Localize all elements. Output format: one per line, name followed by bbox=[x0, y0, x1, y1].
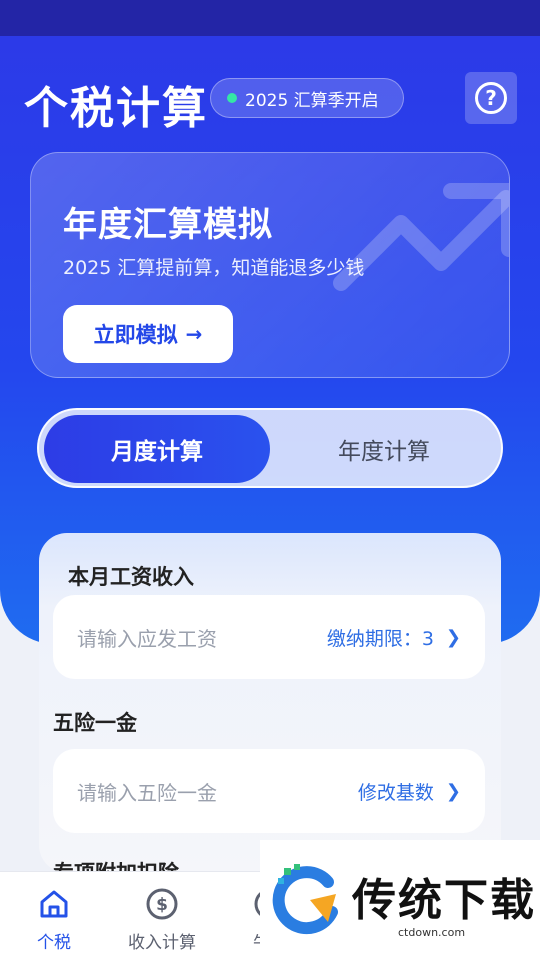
simulate-button[interactable]: 立即模拟 → bbox=[63, 305, 233, 363]
edit-base-label: 修改基数 bbox=[357, 781, 434, 804]
tab-monthly[interactable]: 月度计算 bbox=[44, 415, 270, 483]
salary-input[interactable]: 请输入应发工资 缴纳期限：3 ❯ bbox=[53, 595, 485, 679]
tab-income[interactable]: $ 收入计算 bbox=[108, 872, 216, 960]
question-circle-icon: ? bbox=[475, 82, 507, 114]
status-bar bbox=[0, 0, 540, 36]
tab-tax-label: 个税 bbox=[37, 933, 71, 953]
salary-placeholder: 请输入应发工资 bbox=[77, 626, 217, 651]
arrow-right-icon: → bbox=[185, 322, 203, 346]
payment-period-label: 缴纳期限：3 bbox=[326, 627, 434, 650]
insurance-section-label: 五险一金 bbox=[53, 711, 137, 735]
promo-card: 年度汇算模拟 2025 汇算提前算，知道能退多少钱 立即模拟 → bbox=[30, 152, 510, 378]
svg-text:$: $ bbox=[156, 895, 168, 915]
chevron-right-icon: ❯ bbox=[445, 780, 461, 802]
edit-base-link[interactable]: 修改基数 ❯ bbox=[358, 778, 461, 805]
promo-subtitle: 2025 汇算提前算，知道能退多少钱 bbox=[63, 257, 365, 279]
home-icon bbox=[37, 886, 71, 922]
help-button[interactable]: ? bbox=[465, 72, 517, 124]
page-title: 个税计算 bbox=[24, 83, 208, 134]
insurance-placeholder: 请输入五险一金 bbox=[77, 780, 217, 805]
trend-up-arrow-icon bbox=[333, 183, 509, 291]
calc-mode-segment: 月度计算 年度计算 bbox=[37, 408, 503, 488]
watermark-url: ctdown.com bbox=[398, 926, 466, 939]
season-badge-label: 2025 汇算季开启 bbox=[245, 90, 379, 111]
payment-period-link[interactable]: 缴纳期限：3 ❯ bbox=[327, 624, 461, 651]
tab-tax[interactable]: 个税 bbox=[0, 872, 108, 960]
simulate-button-label: 立即模拟 bbox=[93, 323, 178, 347]
tab-income-label: 收入计算 bbox=[128, 933, 196, 953]
dollar-circle-icon: $ bbox=[145, 886, 179, 922]
promo-title: 年度汇算模拟 bbox=[63, 205, 273, 245]
chevron-right-icon: ❯ bbox=[445, 626, 461, 648]
season-badge: 2025 汇算季开启 bbox=[210, 78, 404, 118]
ctdown-logo bbox=[272, 864, 338, 935]
tab-annual[interactable]: 年度计算 bbox=[271, 415, 497, 483]
salary-section-label: 本月工资收入 bbox=[68, 565, 194, 589]
insurance-input[interactable]: 请输入五险一金 修改基数 ❯ bbox=[53, 749, 485, 833]
form-card: 本月工资收入 请输入应发工资 缴纳期限：3 ❯ 五险一金 请输入五险一金 修改基… bbox=[39, 533, 501, 873]
watermark-brand: 传统下载 bbox=[352, 875, 536, 926]
watermark: 传统下载 ctdown.com bbox=[260, 840, 540, 960]
status-dot bbox=[227, 93, 237, 103]
